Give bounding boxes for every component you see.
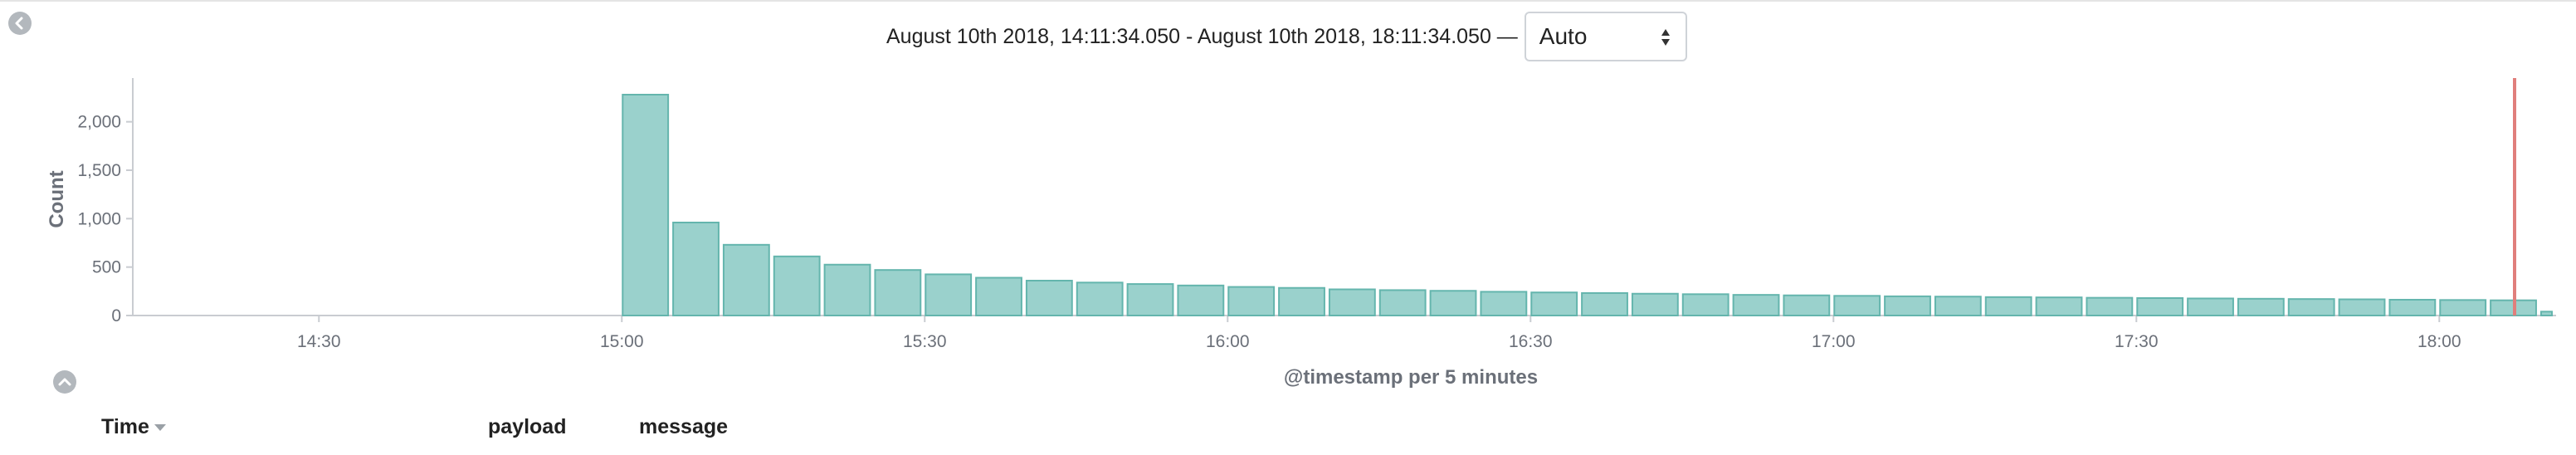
histogram-bar [2287,298,2335,316]
histogram-bar [2136,297,2184,316]
y-tick-label: 0 [111,306,121,325]
column-header-time-label: Time [101,415,149,438]
histogram-bar [1783,294,1831,317]
histogram-bar [1984,296,2032,317]
x-tick-label: 16:00 [1206,332,1250,351]
histogram-bar [2035,296,2083,316]
x-tick-label: 16:30 [1509,332,1553,351]
x-tick-label: 18:00 [2417,332,2461,351]
histogram-bar [2338,298,2386,316]
histogram-bar [1934,296,1982,316]
chevron-up-icon[interactable] [53,370,76,394]
histogram-bar [1884,295,1931,316]
histogram-bar [672,222,720,316]
column-header-payload[interactable]: payload [488,415,566,439]
histogram-bar [1429,290,1477,316]
y-tick-label: 1,000 [77,209,121,228]
histogram-bar [2086,296,2134,316]
y-tick-label: 1,500 [77,161,121,180]
x-tick-label: 17:30 [2115,332,2159,351]
histogram-bar [622,94,670,316]
histogram-bar [1378,289,1427,316]
chevron-left-icon[interactable] [8,12,32,35]
x-tick-label: 14:30 [297,332,341,351]
histogram-bar [2187,297,2234,317]
histogram-bar [722,243,770,316]
y-tick-label: 500 [92,258,121,277]
histogram-bar [1833,295,1881,317]
histogram-bar [1177,284,1225,317]
histogram-bar [1480,291,1528,316]
discover-page: August 10th 2018, 14:11:34.050 - August … [0,0,2576,455]
x-tick-label: 17:00 [1812,332,1856,351]
histogram-svg: 0 500 1,000 1,500 2,000 14:30 15:00 15:30 16:00 1… [46,78,2556,389]
time-range-label[interactable]: August 10th 2018, 14:11:34.050 - August … [886,25,1518,49]
y-axis-title: Count [46,170,68,228]
top-border [0,0,2576,2]
interval-select[interactable]: Auto [1524,12,1687,61]
histogram-bar [2237,297,2285,317]
histogram-bar [1126,283,1174,317]
histogram-bar [1530,291,1578,317]
column-header-message[interactable]: message [639,415,728,439]
histogram-bar [1025,280,1073,316]
histogram-chart: 0 500 1,000 1,500 2,000 14:30 15:00 15:30 16:00 1… [0,66,2576,399]
histogram-bar [1328,288,1376,316]
sort-down-icon[interactable] [154,424,166,432]
y-tick-label: 2,000 [77,113,121,132]
doc-table-header: Time payload message [0,415,2576,448]
histogram-bar [773,255,821,316]
histogram-bar [2539,311,2554,317]
time-range-header: August 10th 2018, 14:11:34.050 - August … [886,12,1687,61]
histogram-bar [874,269,922,317]
histogram-bar [823,263,871,316]
x-tick-label: 15:30 [903,332,947,351]
histogram-bar [925,273,973,317]
interval-select-value: Auto [1539,23,1588,49]
x-axis-title: @timestamp per 5 minutes [1284,366,1538,389]
histogram-bar [1681,293,1730,317]
histogram-bar [975,276,1022,316]
histogram-bar [1732,294,1780,316]
column-header-time[interactable]: Time [101,415,166,439]
x-tick-label: 15:00 [600,332,644,351]
select-arrows-icon [1661,29,1670,46]
histogram-bar [1227,286,1276,317]
histogram-bar [1631,292,1679,316]
histogram-bar [2439,299,2487,317]
histogram-bar [1278,286,1325,316]
histogram-bar [2388,298,2437,317]
histogram-bar [1076,281,1124,317]
histogram-bar [1581,291,1628,316]
